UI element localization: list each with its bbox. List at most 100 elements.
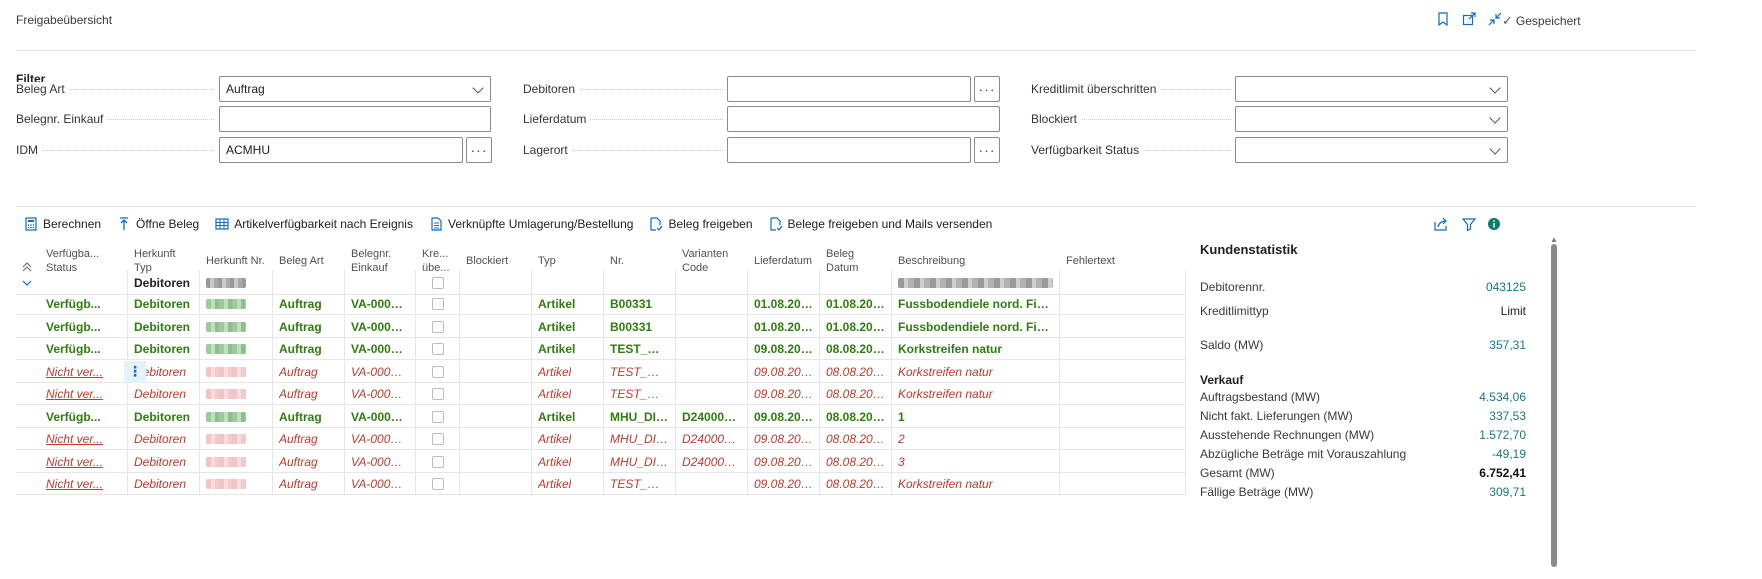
stat-ausstehende-value[interactable]: 1.572,70	[1479, 428, 1526, 442]
cell-status[interactable]: Verfügb...	[40, 293, 128, 315]
debitoren-input[interactable]	[727, 76, 971, 102]
checkbox[interactable]	[431, 365, 444, 378]
checkbox[interactable]	[431, 433, 444, 445]
debitoren-lookup-button[interactable]: ···	[974, 76, 1000, 102]
cell-fehlertext[interactable]	[1060, 270, 1186, 295]
cell-beschreibung[interactable]: 3	[892, 450, 1060, 473]
cell-fehlertext[interactable]	[1060, 338, 1186, 360]
checkbox[interactable]	[431, 343, 444, 355]
berechnen-button[interactable]: Berechnen	[24, 217, 101, 231]
cell-beschreibung[interactable]: Korkstreifen natur	[892, 383, 1060, 405]
cell-herkunft-typ[interactable]: Debitoren	[128, 450, 200, 473]
cell-beschreibung[interactable]: Korkstreifen natur	[892, 338, 1060, 360]
cell-expander[interactable]	[16, 428, 40, 450]
cell-belegnr[interactable]: VA-000044...	[345, 383, 416, 405]
cell-typ[interactable]: Artikel	[532, 428, 604, 450]
vertical-scrollbar[interactable]: ▲	[1549, 236, 1559, 579]
cell-expander[interactable]	[16, 361, 40, 383]
stat-auftragsbestand-value[interactable]: 4.534,06	[1479, 390, 1526, 404]
cell-beschreibung[interactable]: Fussbodendiele nord. Fichte,...	[892, 293, 1060, 315]
cell-blockiert[interactable]	[460, 315, 532, 338]
bookmark-icon[interactable]	[1434, 10, 1452, 28]
cell-herkunft-typ[interactable]: Debitoren	[128, 315, 200, 338]
cell-beleg-datum[interactable]: 01.08.2024	[820, 315, 892, 338]
belegnr-einkauf-input[interactable]	[219, 106, 491, 132]
artikelverfuegbarkeit-button[interactable]: Artikelverfügbarkeit nach Ereignis	[215, 217, 413, 231]
lagerort-input[interactable]	[727, 137, 971, 163]
checkbox[interactable]	[431, 320, 444, 333]
cell-beleg-art[interactable]	[273, 270, 345, 295]
cell-beleg-art[interactable]: Auftrag	[273, 315, 345, 338]
cell-fehlertext[interactable]	[1060, 315, 1186, 338]
cell-herkunft-nr[interactable]	[200, 293, 273, 315]
cell-blockiert[interactable]	[460, 405, 532, 428]
group-row[interactable]: Debitoren	[16, 270, 1186, 295]
cell-beleg-art[interactable]: Auftrag	[273, 383, 345, 405]
cell-variante[interactable]	[676, 383, 748, 405]
cell-herkunft-nr[interactable]	[200, 383, 273, 405]
cell-beleg-art[interactable]: Auftrag	[273, 360, 345, 383]
cell-typ[interactable]: Artikel	[532, 338, 604, 360]
cell-belegnr[interactable]: VA-00004...	[345, 338, 416, 360]
cell-blockiert[interactable]	[460, 338, 532, 360]
checkbox[interactable]	[431, 455, 444, 468]
cell-lieferdatum[interactable]: 09.08.2024	[748, 405, 820, 428]
cell-variante[interactable]	[676, 360, 748, 383]
cell-beleg-datum[interactable]: 08.08.2024	[820, 360, 892, 383]
cell-herkunft-nr[interactable]	[200, 428, 273, 450]
cell-blockiert[interactable]	[460, 383, 532, 405]
table-row[interactable]: Verfügb... Debitoren Auftrag VA-00004... Art…	[16, 338, 1186, 360]
cell-expander[interactable]	[16, 383, 40, 405]
cell-expander[interactable]	[16, 338, 40, 360]
cell-beschreibung[interactable]	[892, 270, 1060, 295]
cell-beleg-datum[interactable]	[820, 270, 892, 295]
cell-beschreibung[interactable]: 1	[892, 405, 1060, 428]
cell-expander[interactable]	[16, 473, 40, 495]
cell-fehlertext[interactable]	[1060, 428, 1186, 450]
stat-nicht-fakt-value[interactable]: 337,53	[1489, 409, 1526, 423]
cell-herkunft-nr[interactable]	[200, 450, 273, 473]
cell-belegnr[interactable]	[345, 270, 416, 295]
cell-beleg-datum[interactable]: 08.08.2024	[820, 450, 892, 473]
cell-variante[interactable]	[676, 293, 748, 315]
cell-herkunft-nr[interactable]	[200, 315, 273, 338]
cell-nr[interactable]: MHU_DIV...	[604, 405, 676, 428]
verknuepfte-umlagerung-button[interactable]: Verknüpfte Umlagerung/Bestellung	[429, 217, 633, 231]
cell-kredit[interactable]	[416, 293, 460, 315]
cell-beleg-datum[interactable]: 08.08.2024	[820, 405, 892, 428]
cell-beleg-datum[interactable]: 08.08.2024	[820, 383, 892, 405]
cell-status[interactable]	[40, 270, 128, 295]
cell-herkunft-typ[interactable]: Debitoren	[128, 405, 200, 428]
cell-herkunft-typ[interactable]: Debitoren	[128, 293, 200, 315]
cell-belegnr[interactable]: VA-000044...	[345, 473, 416, 495]
cell-belegnr[interactable]: VA-00004...	[345, 405, 416, 428]
cell-expander[interactable]	[16, 406, 40, 428]
stat-faellige-value[interactable]: 309,71	[1489, 485, 1526, 499]
cell-kredit[interactable]	[416, 450, 460, 473]
info-icon[interactable]	[1485, 215, 1503, 233]
checkbox[interactable]	[431, 276, 444, 289]
scroll-up-icon[interactable]: ▲	[1549, 236, 1559, 244]
cell-blockiert[interactable]	[460, 293, 532, 315]
cell-lieferdatum[interactable]	[748, 270, 820, 295]
cell-lieferdatum[interactable]: 09.08.2024	[748, 360, 820, 383]
cell-status[interactable]: Nicht ver...	[40, 383, 128, 405]
cell-herkunft-typ[interactable]: Debitoren	[128, 428, 200, 450]
table-row[interactable]: Verfügb... Debitoren Auftrag VA-00003... Art…	[16, 293, 1186, 315]
cell-kredit[interactable]	[416, 360, 460, 383]
cell-herkunft-typ[interactable]: Debitoren	[128, 270, 200, 295]
cell-expander[interactable]	[16, 293, 40, 315]
cell-beschreibung[interactable]: Fussbodendiele nord. Fichte,...	[892, 315, 1060, 338]
cell-expander[interactable]	[16, 316, 40, 338]
cell-typ[interactable]: Artikel	[532, 293, 604, 315]
cell-typ[interactable]: Artikel	[532, 450, 604, 473]
cell-status[interactable]: Nicht ver...	[40, 360, 128, 383]
cell-nr[interactable]: TEST_MHU04	[604, 360, 676, 383]
cell-lieferdatum[interactable]: 09.08.2024	[748, 473, 820, 495]
cell-belegnr[interactable]: VA-00003...	[345, 315, 416, 338]
cell-blockiert[interactable]	[460, 428, 532, 450]
filter-icon[interactable]	[1460, 215, 1478, 233]
checkbox[interactable]	[431, 388, 444, 400]
cell-typ[interactable]: Artikel	[532, 473, 604, 495]
cell-beleg-datum[interactable]: 08.08.2024	[820, 338, 892, 360]
